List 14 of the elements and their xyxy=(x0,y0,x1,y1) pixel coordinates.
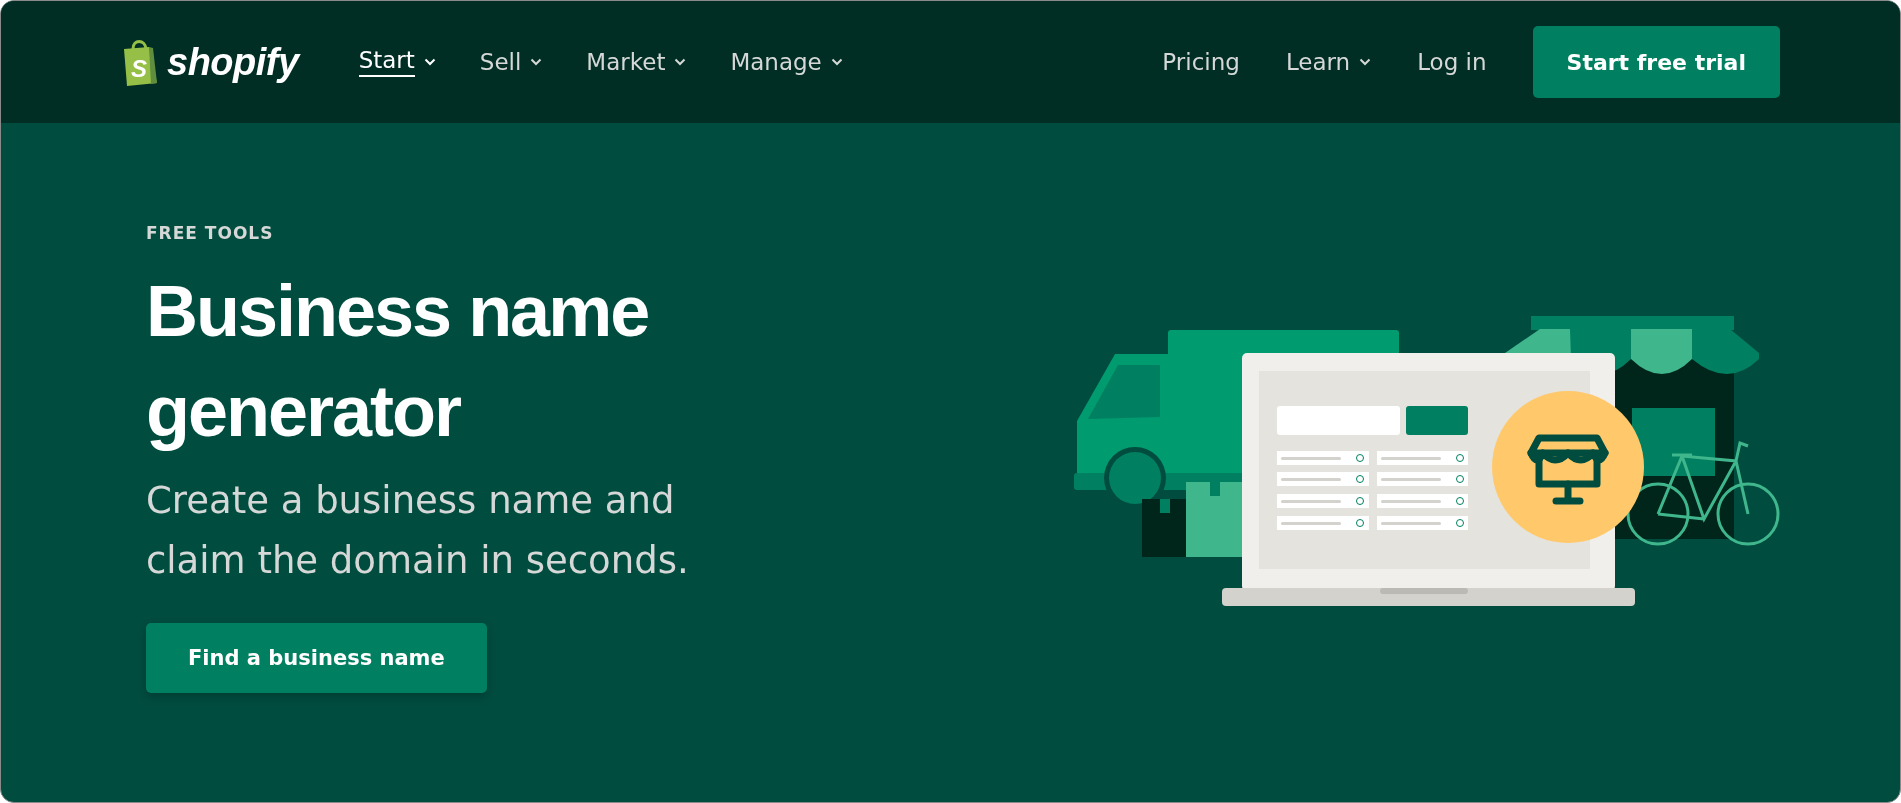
nav-link[interactable]: Pricing xyxy=(1162,49,1240,75)
start-free-trial-button[interactable]: Start free trial xyxy=(1532,26,1780,98)
shopify-logo[interactable]: S shopify xyxy=(121,37,299,87)
eyebrow-label: FREE TOOLS xyxy=(146,223,275,243)
logo-wordmark: shopify xyxy=(167,40,299,84)
find-business-name-button[interactable]: Find a business name xyxy=(146,623,487,693)
nav-link[interactable]: Learn xyxy=(1285,49,1372,75)
nav-link[interactable]: Log in xyxy=(1417,49,1487,75)
nav-menu-link[interactable]: Manage xyxy=(730,47,843,77)
nav-menu-link[interactable]: Sell xyxy=(479,47,543,77)
page-title: Business name generator xyxy=(146,270,650,453)
nav-menu-link[interactable]: Market xyxy=(586,47,687,77)
page-subtitle: Create a business name and claim the domain in seconds. xyxy=(146,478,690,584)
nav-menu-link[interactable]: Start xyxy=(358,47,436,77)
